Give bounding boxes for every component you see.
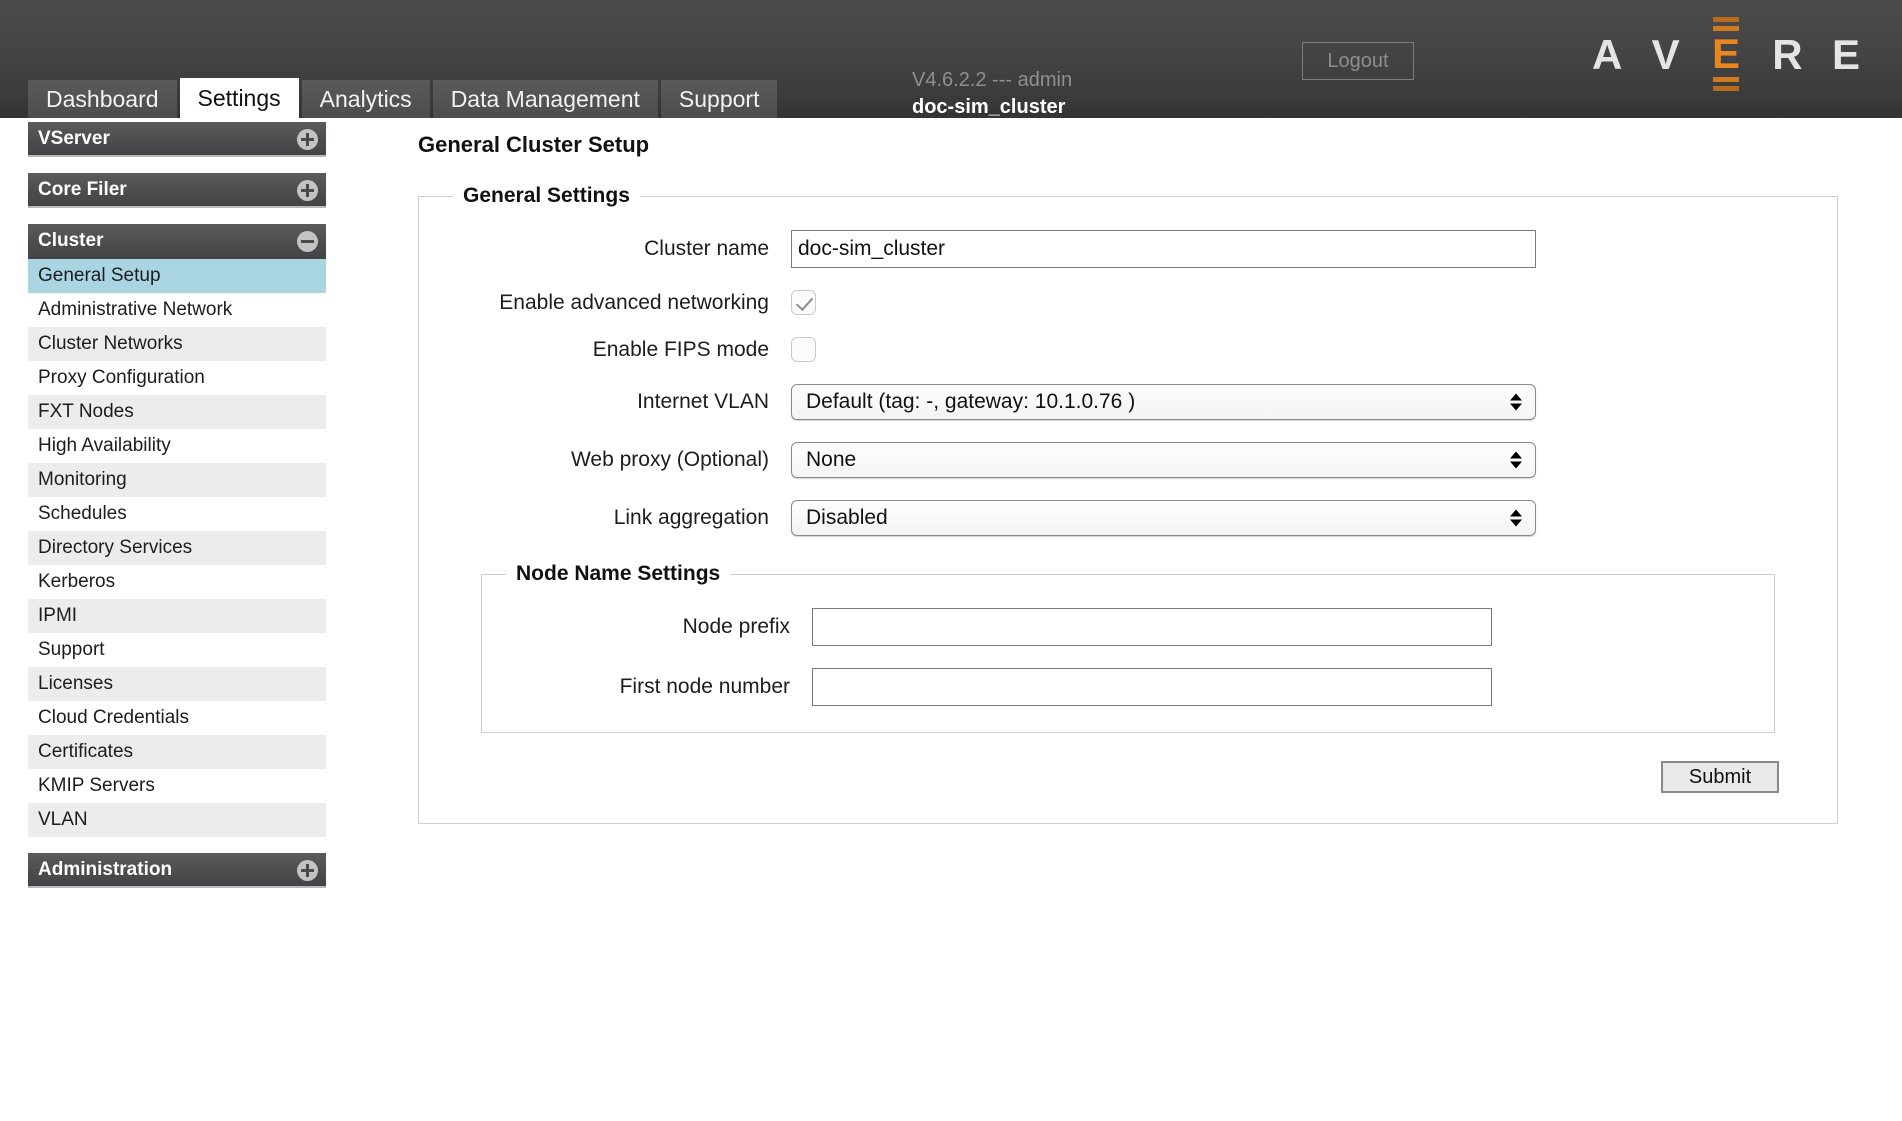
- node-name-settings-panel: Node Name Settings Node prefix First nod…: [481, 562, 1775, 733]
- main-tabbar: Dashboard Settings Analytics Data Managemen…: [28, 78, 780, 118]
- app-header: Logout A V E R E V4.6.2.2 --- admin doc-…: [0, 0, 1902, 118]
- chevron-updown-icon: [1510, 393, 1522, 411]
- general-settings-panel: General Settings Cluster name Enable adv…: [418, 184, 1838, 824]
- sidebar-item-high-availability[interactable]: High Availability: [28, 429, 326, 463]
- sidebar-item-directory-services[interactable]: Directory Services: [28, 531, 326, 565]
- sidebar-group-vserver[interactable]: VServer: [28, 122, 326, 157]
- general-settings-legend: General Settings: [463, 184, 630, 207]
- cluster-name-text: doc-sim_cluster: [912, 96, 1066, 118]
- row-first-node-number: First node number: [482, 668, 1774, 706]
- sidebar-group-label-administration: Administration: [38, 859, 173, 880]
- fips-mode-checkbox[interactable]: [791, 337, 816, 362]
- sidebar-nav: VServer Core Filer Cluster General Setup…: [28, 122, 326, 888]
- logo-letter-v: V: [1651, 31, 1680, 78]
- advanced-networking-label: Enable advanced networking: [499, 290, 769, 314]
- cluster-name-input[interactable]: [791, 230, 1536, 268]
- sidebar-item-certificates[interactable]: Certificates: [28, 735, 326, 769]
- sidebar-item-vlan[interactable]: VLAN: [28, 803, 326, 837]
- row-fips-mode: Enable FIPS mode: [419, 337, 1837, 362]
- submit-row: Submit: [419, 761, 1779, 793]
- logo-bar-bottom-1: [1712, 77, 1739, 82]
- main-content: General Cluster Setup General Settings C…: [418, 122, 1838, 824]
- cluster-name-label: Cluster name: [644, 237, 769, 260]
- sidebar-group-label-vserver: VServer: [38, 128, 110, 149]
- plus-circle-icon[interactable]: [297, 860, 318, 881]
- sidebar-item-kmip-servers[interactable]: KMIP Servers: [28, 769, 326, 803]
- page-title: General Cluster Setup: [418, 132, 650, 157]
- sidebar-item-monitoring[interactable]: Monitoring: [28, 463, 326, 497]
- logout-button[interactable]: Logout: [1302, 42, 1414, 80]
- first-node-number-input[interactable]: [812, 668, 1492, 706]
- sidebar-item-fxt-nodes[interactable]: FXT Nodes: [28, 395, 326, 429]
- sidebar-item-kerberos[interactable]: Kerberos: [28, 565, 326, 599]
- chevron-updown-icon: [1510, 451, 1522, 469]
- sidebar-item-licenses[interactable]: Licenses: [28, 667, 326, 701]
- plus-circle-icon[interactable]: [297, 180, 318, 201]
- row-cluster-name: Cluster name: [419, 230, 1837, 268]
- logo-bar-top-1: [1712, 17, 1739, 22]
- tab-settings[interactable]: Settings: [179, 78, 299, 118]
- web-proxy-label: Web proxy (Optional): [570, 448, 769, 471]
- node-prefix-input[interactable]: [812, 608, 1492, 646]
- logo-letter-a: A: [1592, 31, 1623, 78]
- link-aggregation-select[interactable]: Disabled: [791, 500, 1536, 536]
- plus-circle-icon[interactable]: [297, 129, 318, 150]
- sidebar-cluster-items: General Setup Administrative Network Clust…: [28, 259, 326, 837]
- advanced-networking-checkbox[interactable]: [791, 290, 816, 315]
- logo-letter-r: R: [1772, 31, 1803, 78]
- sidebar-group-administration[interactable]: Administration: [28, 853, 326, 888]
- link-aggregation-value: Disabled: [806, 506, 888, 529]
- sidebar-item-proxy-configuration[interactable]: Proxy Configuration: [28, 361, 326, 395]
- logo-letter-e-accent: E: [1709, 9, 1743, 99]
- fips-mode-label: Enable FIPS mode: [592, 337, 769, 361]
- row-node-prefix: Node prefix: [482, 608, 1774, 646]
- tab-data-management[interactable]: Data Management: [432, 80, 658, 118]
- version-text: V4.6.2.2 --- admin: [912, 69, 1073, 91]
- row-web-proxy: Web proxy (Optional) None: [419, 442, 1837, 478]
- sidebar-item-cluster-networks[interactable]: Cluster Networks: [28, 327, 326, 361]
- logo-letter-e2: E: [1831, 31, 1860, 78]
- chevron-updown-icon: [1510, 509, 1522, 527]
- internet-vlan-value: Default (tag: -, gateway: 10.1.0.76 ): [806, 390, 1136, 413]
- row-advanced-networking: Enable advanced networking: [419, 290, 1837, 315]
- sidebar-item-ipmi[interactable]: IPMI: [28, 599, 326, 633]
- sidebar-group-cluster[interactable]: Cluster: [28, 224, 326, 259]
- link-aggregation-label: Link aggregation: [613, 506, 769, 529]
- tab-analytics[interactable]: Analytics: [301, 80, 430, 118]
- sidebar-item-support[interactable]: Support: [28, 633, 326, 667]
- sidebar-item-general-setup[interactable]: General Setup: [28, 259, 326, 293]
- logo-letter-e: E: [1711, 30, 1740, 77]
- sidebar-group-label-core-filer: Core Filer: [38, 179, 127, 200]
- submit-button[interactable]: Submit: [1661, 761, 1779, 793]
- sidebar-item-administrative-network[interactable]: Administrative Network: [28, 293, 326, 327]
- version-info: V4.6.2.2 --- admin doc-sim_cluster: [912, 68, 1072, 120]
- tab-support[interactable]: Support: [660, 80, 778, 118]
- sidebar-item-cloud-credentials[interactable]: Cloud Credentials: [28, 701, 326, 735]
- internet-vlan-select[interactable]: Default (tag: -, gateway: 10.1.0.76 ): [791, 384, 1536, 420]
- internet-vlan-label: Internet VLAN: [637, 390, 769, 413]
- row-internet-vlan: Internet VLAN Default (tag: -, gateway: …: [419, 384, 1837, 420]
- sidebar-group-label-cluster: Cluster: [38, 230, 104, 251]
- sidebar-group-core-filer[interactable]: Core Filer: [28, 173, 326, 208]
- node-prefix-label: Node prefix: [682, 615, 790, 638]
- node-name-settings-legend: Node Name Settings: [516, 562, 721, 585]
- minus-circle-icon[interactable]: [297, 231, 318, 252]
- first-node-number-label: First node number: [619, 675, 790, 698]
- web-proxy-select[interactable]: None: [791, 442, 1536, 478]
- row-link-aggregation: Link aggregation Disabled: [419, 500, 1837, 536]
- avere-logo: A V E R E: [1592, 17, 1860, 91]
- sidebar-item-schedules[interactable]: Schedules: [28, 497, 326, 531]
- logo-bar-bottom-2: [1712, 86, 1739, 91]
- web-proxy-value: None: [806, 448, 857, 471]
- tab-dashboard[interactable]: Dashboard: [28, 80, 177, 118]
